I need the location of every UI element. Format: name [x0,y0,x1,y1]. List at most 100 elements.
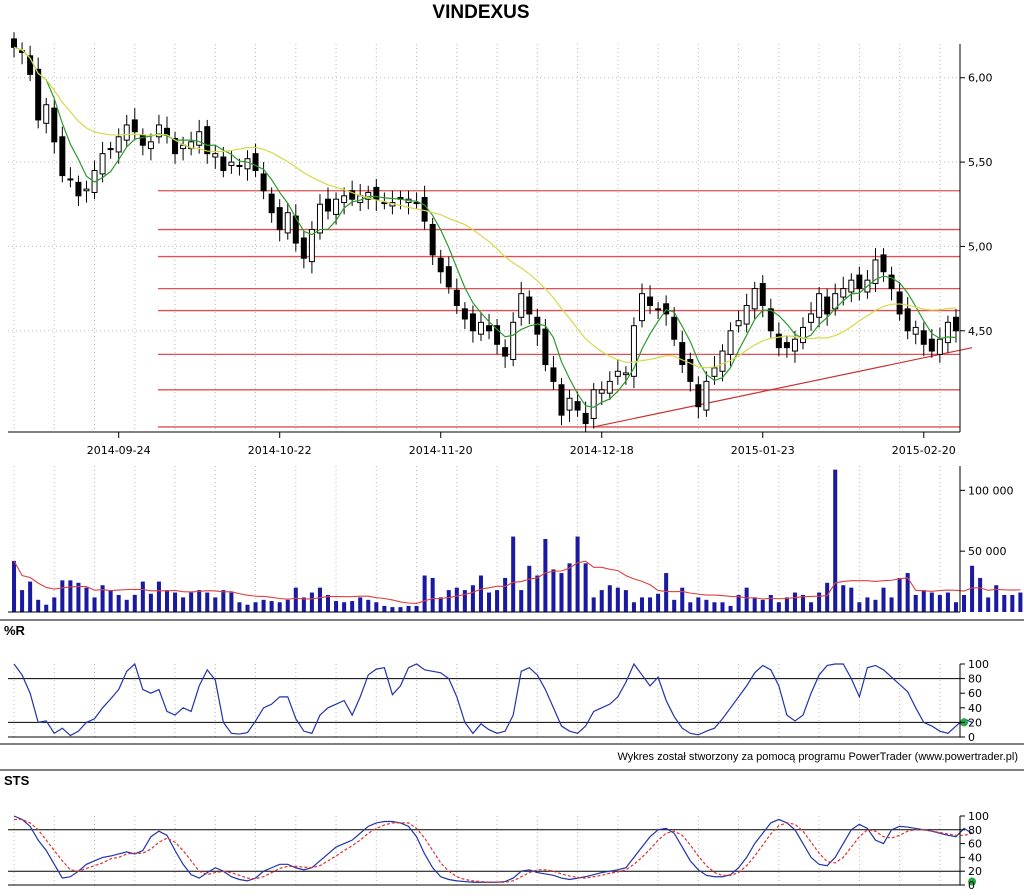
volume-bar [36,599,41,612]
volume-bar [132,594,137,612]
candle-body [325,198,332,212]
volume-bar [760,599,765,612]
candle-body [856,274,863,290]
y-tick-label: 5,50 [968,156,993,169]
candle-body [276,207,283,231]
volume-bar [173,592,178,612]
volume-bar [454,587,459,612]
candle-body [727,330,734,355]
volume-bar [285,599,290,612]
volume-bar [945,592,950,612]
volume-bar [913,594,918,612]
candle-body [655,308,662,311]
y-tick-label: 20 [968,716,982,729]
candle-body [920,330,927,345]
volume-bar [221,590,226,612]
candle-body [574,401,581,411]
volume-bar [261,599,266,612]
candle-body [11,38,18,48]
volume-bar [953,602,958,612]
volume-bar [478,575,483,612]
volume-bar [181,597,186,612]
candle-body [43,104,50,124]
volume-bar [237,602,242,612]
volume-bar [535,575,540,612]
volume-bar [470,585,475,612]
candle-body [566,397,573,411]
volume-bar [116,594,121,612]
volume-bar [213,597,218,612]
volume-moving-average [13,560,1021,605]
candle-body [453,289,460,306]
candle-body [477,321,484,335]
candle-body [622,372,629,376]
volume-bar [205,592,210,612]
candle-body [735,320,742,327]
volume-bar [567,563,572,612]
candle-body [800,326,807,344]
candle-body [703,380,710,411]
volume-bar [664,573,669,612]
volume-bar [390,607,395,612]
candle-body [944,321,951,344]
candle-body [204,126,211,155]
volume-bar [937,594,942,612]
volume-bar [752,597,757,612]
candle-body [759,283,766,306]
candle-body [469,313,476,332]
volume-bar [164,590,170,612]
volume-bar [52,597,57,612]
volume-bar [487,592,492,612]
volume-bar [148,593,153,612]
chart-canvas: 4,50 5,00 5,50 6,00 2014-09-24 2014-10-22 2014… [0,32,1024,892]
y-tick-label: 6,00 [968,72,993,85]
volume-bar [857,602,862,612]
williams-r-line [13,662,973,737]
volume-bar [704,599,709,612]
candle-body [461,308,468,320]
volume-bar [720,602,725,612]
candle-body [582,412,589,425]
volume-bar [849,587,854,612]
candle-body [35,68,42,121]
volume-bar [809,602,814,612]
volume-bar [438,597,443,612]
price-panel: 4,50 5,00 5,50 6,00 2014-09-24 2014-10-22 2014… [8,32,993,457]
candle-body [695,384,702,408]
volume-bar [503,577,508,612]
volume-bar [962,594,967,612]
volume-bar [688,602,693,612]
x-tick-label: 2015-01-23 [731,444,795,457]
candle-body [534,316,541,335]
volume-bar [656,593,661,612]
candle-body [840,288,847,298]
x-tick-label: 2014-09-24 [87,444,151,457]
candle-body [767,308,774,332]
y-tick-label: 5,00 [968,240,993,253]
volume-bar [551,569,556,612]
candle-body [445,266,452,288]
volume-bar [277,602,282,612]
y-tick-label: 80 [968,673,982,686]
candle-body [791,338,798,352]
volume-bar [350,601,355,612]
candle-body [542,328,549,366]
volume-bar [140,581,145,612]
y-tick-label: 20 [968,865,982,878]
candle-body [67,178,74,181]
volume-bar [978,577,983,612]
volume-bar [921,590,926,612]
volume-bar [1018,592,1023,612]
candle-body [212,153,219,158]
volume-bar [253,602,258,612]
volume-bar [575,536,580,612]
candle-body [598,389,605,394]
candle-body [558,384,565,416]
moving-average-5 [13,46,957,409]
volume-bar [873,599,878,612]
volume-bar [591,597,596,612]
candle-body [502,347,509,357]
moving-average-20 [13,46,957,369]
candle-body [606,380,613,394]
volume-bar [76,582,81,612]
